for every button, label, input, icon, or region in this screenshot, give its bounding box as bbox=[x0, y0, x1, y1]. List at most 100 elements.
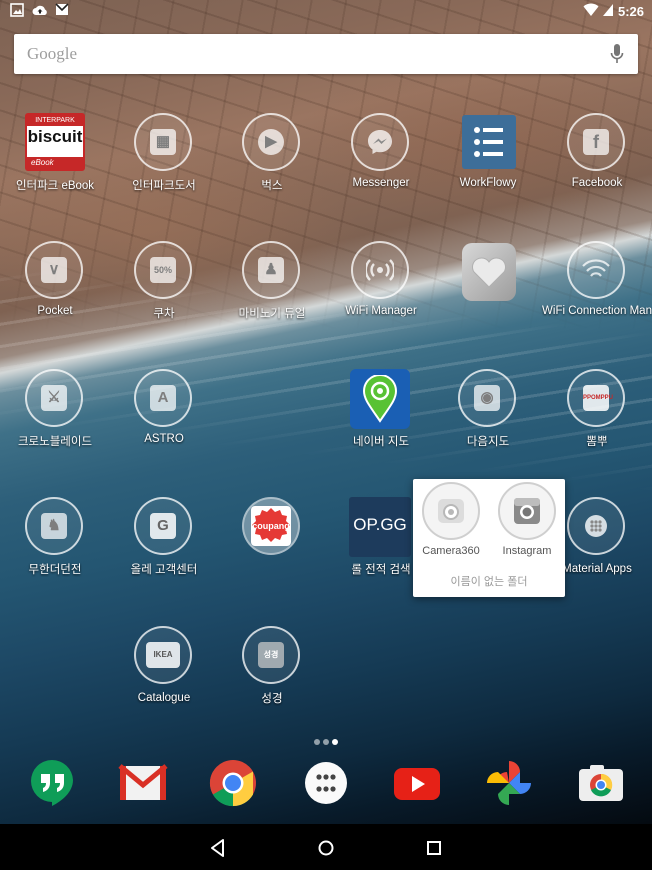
location-icon: ◉ bbox=[458, 369, 516, 427]
biscuit-text: biscuit bbox=[27, 127, 83, 146]
wifi-signal-icon bbox=[351, 241, 409, 299]
biscuit-ebook-icon: INTERPARK biscuit eBook bbox=[25, 113, 85, 171]
app-chronoblade[interactable]: ⚔ 크로노블레이드 bbox=[1, 369, 109, 459]
app-bugs[interactable]: ▶ 벅스 bbox=[218, 113, 326, 203]
play-icon: ▶ bbox=[242, 113, 300, 171]
camera-icon bbox=[579, 765, 623, 801]
app-label: 쿠차 bbox=[153, 308, 175, 320]
opgg-icon-text: OP.GG bbox=[353, 515, 407, 534]
app-label: 인터파크 eBook bbox=[15, 180, 95, 192]
mic-icon[interactable] bbox=[610, 43, 624, 65]
app-label: 벅스 bbox=[261, 180, 283, 192]
app-label: 뽐뿌 bbox=[586, 436, 608, 448]
book-icon: ▦ bbox=[134, 113, 192, 171]
messenger-icon bbox=[351, 113, 409, 171]
bible-icon: 성경 bbox=[242, 626, 300, 684]
app-coocha[interactable]: 50% 쿠차 bbox=[110, 241, 218, 331]
ebook-text: eBook bbox=[27, 157, 83, 169]
home-icon[interactable] bbox=[314, 836, 338, 860]
app-label: Messenger bbox=[352, 177, 410, 189]
signal-icon bbox=[603, 4, 613, 16]
app-daum-map[interactable]: ◉ 다음지도 bbox=[434, 369, 542, 459]
app-infinite-dungeon[interactable]: ♞ 무한더던전 bbox=[1, 497, 109, 587]
dock-youtube[interactable] bbox=[392, 758, 442, 808]
status-bar: 5:26 bbox=[0, 0, 652, 24]
dock-camera[interactable] bbox=[576, 758, 626, 808]
bible-icon-text: 성경 bbox=[263, 650, 279, 659]
heart-tiles-icon bbox=[462, 243, 516, 301]
gmail-icon bbox=[118, 764, 168, 800]
app-label: Facebook bbox=[571, 177, 623, 189]
app-pocket[interactable]: ∨ Pocket bbox=[1, 241, 109, 331]
app-olleh-customer-center[interactable]: G 올레 고객센터 bbox=[110, 497, 218, 587]
map-pin-icon bbox=[350, 369, 410, 429]
back-icon[interactable] bbox=[206, 836, 230, 860]
dock-chrome[interactable] bbox=[208, 758, 258, 808]
hangouts-icon bbox=[31, 760, 73, 806]
app-label: 다음지도 bbox=[466, 436, 510, 448]
coupang-icon: coupang bbox=[242, 497, 300, 555]
navigation-bar bbox=[0, 824, 652, 870]
dock-hangouts[interactable] bbox=[29, 758, 79, 808]
blade-character-icon: ⚔ bbox=[25, 369, 83, 427]
olleh-icon: G bbox=[134, 497, 192, 555]
dock-all-apps[interactable] bbox=[301, 758, 351, 808]
app-heart-game[interactable] bbox=[434, 241, 542, 331]
coupang-icon-text: coupang bbox=[252, 521, 290, 531]
app-mabinogi-duel[interactable]: ♟ 마비노기 듀얼 bbox=[218, 241, 326, 331]
app-ppomppu[interactable]: PPOMPPU 뽐뿌 bbox=[543, 369, 651, 459]
camera360-icon bbox=[422, 482, 480, 540]
folder-app-camera360[interactable]: Camera360 bbox=[416, 482, 486, 562]
clock: 5:26 bbox=[617, 4, 644, 19]
opgg-icon: OP.GG bbox=[349, 497, 411, 557]
app-facebook[interactable]: f Facebook bbox=[543, 113, 651, 203]
app-label: 인터파크도서 bbox=[132, 180, 196, 192]
app-astro[interactable]: A ASTRO bbox=[110, 369, 218, 459]
wifi-icon bbox=[583, 3, 599, 16]
app-messenger[interactable]: Messenger bbox=[327, 113, 435, 203]
astro-icon: A bbox=[134, 369, 192, 427]
youtube-icon bbox=[394, 768, 440, 800]
app-wifi-manager[interactable]: WiFi Manager bbox=[327, 241, 435, 331]
app-label: Catalogue bbox=[137, 692, 191, 704]
facebook-icon: f bbox=[567, 113, 625, 171]
app-label: 네이버 지도 bbox=[352, 436, 410, 448]
page-dot bbox=[314, 739, 320, 745]
dungeon-character-icon: ♞ bbox=[25, 497, 83, 555]
chrome-icon bbox=[209, 760, 256, 807]
app-interpark-book[interactable]: ▦ 인터파크도서 bbox=[110, 113, 218, 203]
gmail-notification-icon bbox=[55, 3, 69, 15]
app-bible[interactable]: 성경 성경 bbox=[218, 626, 326, 716]
google-search-bar[interactable]: Google bbox=[14, 34, 638, 74]
dock-photos[interactable] bbox=[484, 758, 534, 808]
app-naver-map[interactable]: 네이버 지도 bbox=[327, 369, 435, 459]
app-catalogue[interactable]: IKEA Catalogue bbox=[110, 626, 218, 716]
app-label: 크로노블레이드 bbox=[17, 436, 93, 448]
app-label: WiFi Manager bbox=[345, 305, 417, 317]
app-label: ASTRO bbox=[144, 433, 184, 445]
image-notification-icon bbox=[10, 3, 24, 17]
coocha-icon-text: 50% bbox=[153, 265, 172, 275]
app-wifi-connection-manager[interactable]: WiFi Connection Man bbox=[542, 241, 652, 331]
dock-gmail[interactable] bbox=[118, 758, 168, 808]
instagram-icon bbox=[498, 482, 556, 540]
folder-name[interactable]: 이름이 없는 폴더 bbox=[413, 573, 565, 589]
folder-app-instagram[interactable]: Instagram bbox=[492, 482, 562, 562]
app-label: 무한더던전 bbox=[28, 564, 82, 576]
app-drawer-icon bbox=[305, 762, 347, 804]
recents-icon[interactable] bbox=[422, 836, 446, 860]
list-icon bbox=[462, 115, 516, 169]
discount-50-icon: 50% bbox=[134, 241, 192, 299]
page-indicator bbox=[312, 739, 342, 747]
ppomppu-icon-text: PPOMPPU bbox=[583, 395, 614, 401]
page-dot bbox=[323, 739, 329, 745]
app-label: 성경 bbox=[261, 693, 283, 705]
app-workflowy[interactable]: WorkFlowy bbox=[434, 113, 542, 203]
app-interpark-ebook[interactable]: INTERPARK biscuit eBook 인터파크 eBook bbox=[1, 113, 109, 203]
app-label: 올레 고객센터 bbox=[130, 564, 198, 576]
folder-popup[interactable]: Camera360 Instagram 이름이 없는 폴더 bbox=[413, 479, 565, 597]
page-dot-active bbox=[332, 739, 338, 745]
photos-icon bbox=[487, 761, 531, 805]
app-coupang[interactable]: coupang bbox=[218, 497, 326, 587]
google-logo: Google bbox=[27, 44, 78, 63]
